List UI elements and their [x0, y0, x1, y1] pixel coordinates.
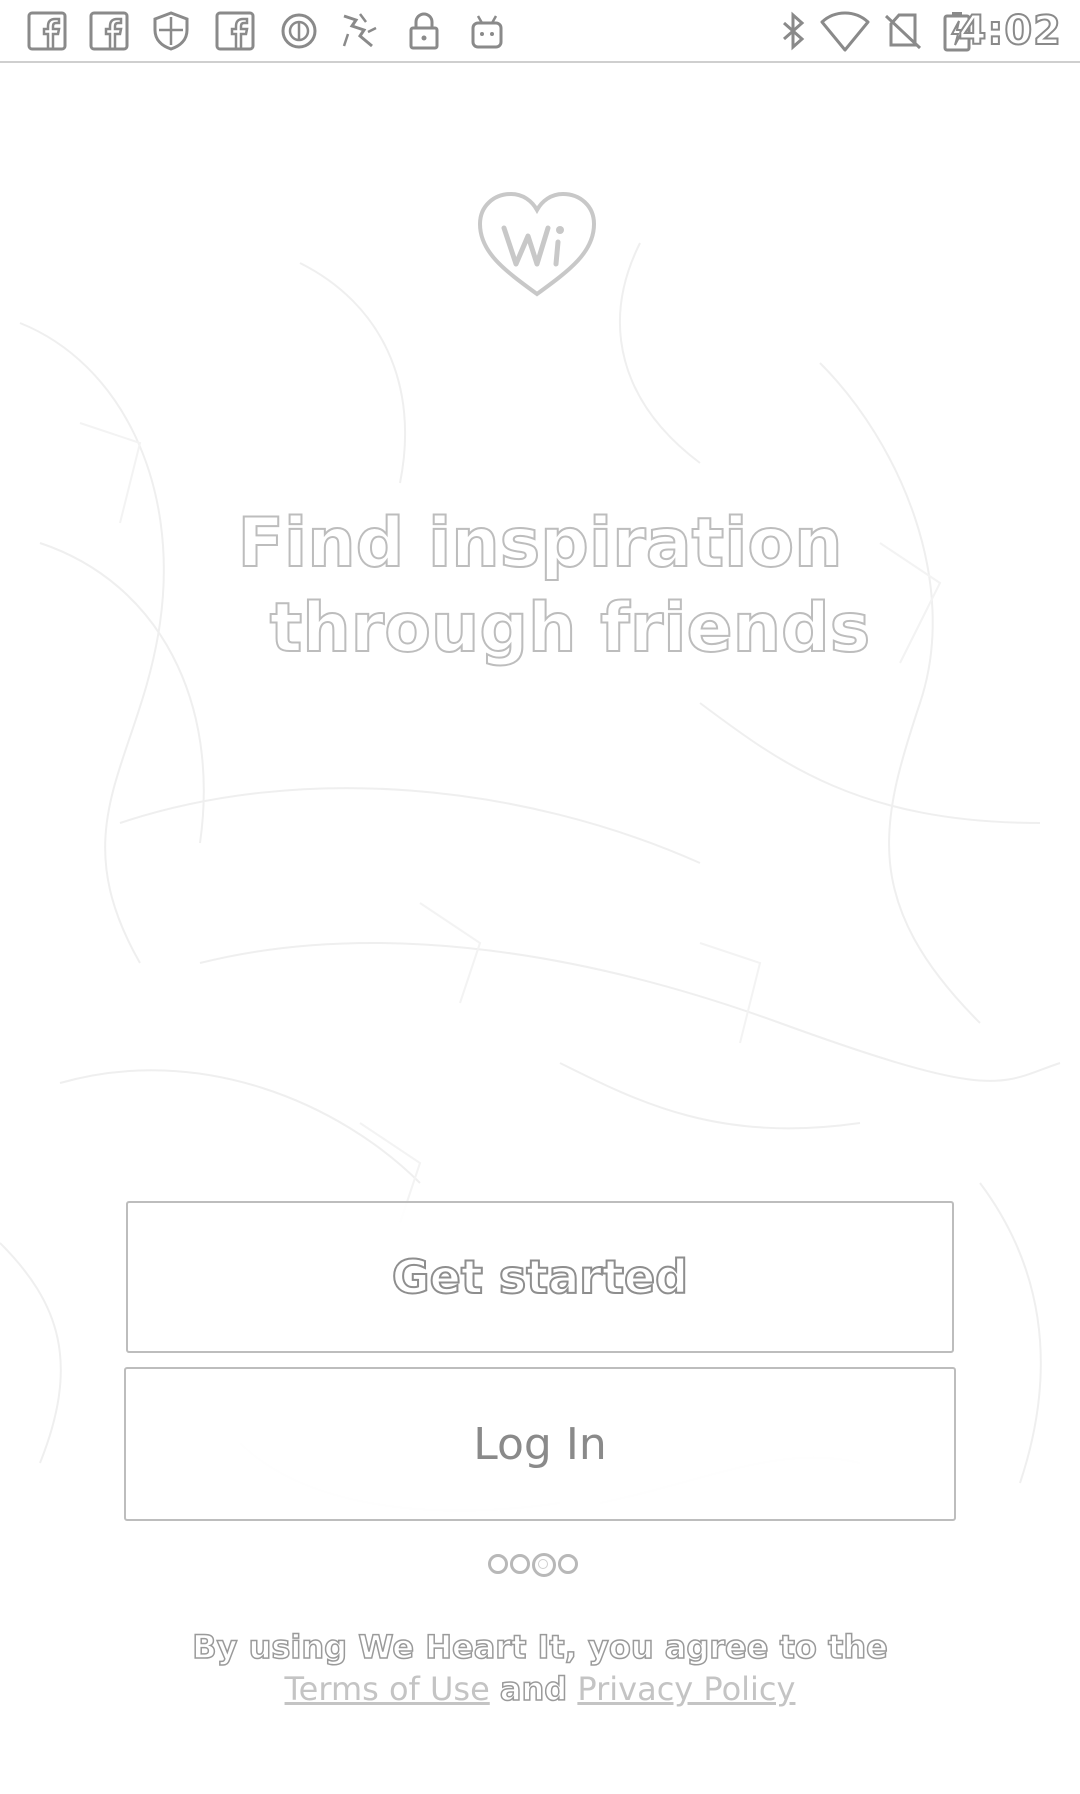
bluetooth-icon: [772, 10, 814, 52]
fast-app-icon: [338, 10, 380, 52]
terms-of-use-link[interactable]: Terms of Use: [285, 1670, 490, 1708]
no-sim-icon: [882, 10, 924, 52]
page-dot[interactable]: [558, 1554, 578, 1574]
get-started-button[interactable]: Get started: [126, 1201, 954, 1353]
legal-text: By using We Heart It, you agree to the: [191, 1627, 888, 1667]
circle-icon: [278, 10, 320, 52]
page-dot[interactable]: [488, 1554, 508, 1574]
page-indicator: [488, 1553, 588, 1577]
lock-icon: [403, 10, 445, 52]
log-in-button[interactable]: Log In: [124, 1367, 956, 1521]
shield-icon: [150, 10, 192, 52]
we-heart-it-logo: [477, 191, 597, 297]
facebook-icon: [88, 10, 130, 52]
legal-links: Terms of Use and Privacy Policy: [0, 1668, 1080, 1710]
facebook-icon: [214, 10, 256, 52]
privacy-policy-link[interactable]: Privacy Policy: [577, 1670, 795, 1708]
background-artwork: [0, 242, 1061, 1512]
headline-line-1: Find inspiration: [236, 503, 843, 584]
page-dot-active[interactable]: [532, 1553, 556, 1577]
headline-line-2: through friends: [269, 588, 871, 669]
android-icon: [466, 10, 508, 52]
legal-and-text: and: [499, 1669, 568, 1709]
wifi-icon: [820, 10, 870, 52]
status-bar: 4:02: [0, 0, 1080, 63]
page-dot[interactable]: [510, 1554, 530, 1574]
status-time: 4:02: [958, 7, 1062, 55]
facebook-icon: [26, 10, 68, 52]
